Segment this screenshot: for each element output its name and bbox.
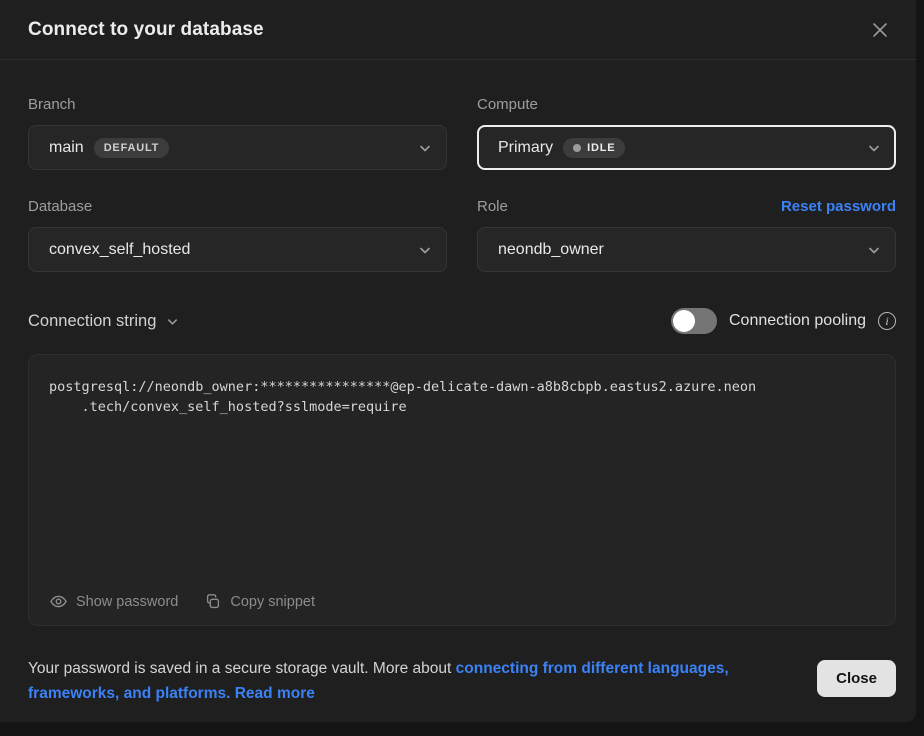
- reset-password-link[interactable]: Reset password: [781, 198, 896, 215]
- dialog-footer: Your password is saved in a secure stora…: [28, 656, 896, 706]
- show-password-button[interactable]: Show password: [49, 592, 178, 611]
- fields-grid: Branch main DEFAULT Compute Primary IDLE: [28, 96, 896, 272]
- footer-note-text: Your password is saved in a secure stora…: [28, 660, 456, 677]
- code-actions: Show password Copy snippet: [49, 592, 875, 611]
- branch-default-badge: DEFAULT: [94, 138, 170, 158]
- connection-string-label: Connection string: [28, 312, 156, 331]
- role-select[interactable]: neondb_owner: [477, 227, 896, 272]
- branch-select[interactable]: main DEFAULT: [28, 125, 447, 170]
- dialog-header: Connect to your database: [0, 0, 916, 60]
- connection-options-row: Connection string Connection pooling i: [28, 308, 896, 334]
- role-label: Role: [477, 198, 508, 215]
- branch-field: Branch main DEFAULT: [28, 96, 447, 170]
- eye-icon: [49, 592, 68, 611]
- chevron-down-icon: [418, 243, 432, 257]
- compute-field: Compute Primary IDLE: [477, 96, 896, 170]
- chevron-down-icon: [418, 141, 432, 155]
- copy-snippet-button[interactable]: Copy snippet: [204, 593, 315, 611]
- branch-value: main: [49, 139, 84, 157]
- database-value: convex_self_hosted: [49, 241, 190, 259]
- compute-status-badge: IDLE: [563, 138, 625, 158]
- compute-label: Compute: [477, 96, 896, 113]
- chevron-down-icon: [867, 141, 881, 155]
- connection-string-dropdown[interactable]: Connection string: [28, 312, 179, 331]
- compute-status-text: IDLE: [587, 142, 615, 154]
- copy-snippet-label: Copy snippet: [230, 594, 315, 610]
- connection-string-box: postgresql://neondb_owner:**************…: [28, 354, 896, 626]
- compute-value: Primary: [498, 139, 553, 157]
- connect-database-dialog: Connect to your database Branch main DEF…: [0, 0, 916, 722]
- connection-pooling-toggle[interactable]: [671, 308, 717, 334]
- copy-icon: [204, 593, 222, 611]
- connection-string-value: postgresql://neondb_owner:**************…: [49, 377, 875, 417]
- chevron-down-icon: [867, 243, 881, 257]
- branch-label: Branch: [28, 96, 447, 113]
- database-label: Database: [28, 198, 447, 215]
- info-icon[interactable]: i: [878, 312, 896, 330]
- role-value: neondb_owner: [498, 241, 604, 259]
- database-select[interactable]: convex_self_hosted: [28, 227, 447, 272]
- read-more-link[interactable]: Read more: [235, 685, 315, 702]
- footer-note: Your password is saved in a secure stora…: [28, 656, 768, 706]
- chevron-down-icon: [166, 315, 179, 328]
- close-icon[interactable]: [864, 14, 896, 46]
- toggle-knob: [673, 310, 695, 332]
- compute-select[interactable]: Primary IDLE: [477, 125, 896, 170]
- connection-pooling-label: Connection pooling: [729, 312, 866, 330]
- idle-status-dot: [573, 144, 581, 152]
- connection-pooling-group: Connection pooling i: [671, 308, 896, 334]
- show-password-label: Show password: [76, 594, 178, 610]
- role-field: Role Reset password neondb_owner: [477, 198, 896, 272]
- close-button[interactable]: Close: [817, 660, 896, 697]
- database-field: Database convex_self_hosted: [28, 198, 447, 272]
- dialog-body: Branch main DEFAULT Compute Primary IDLE: [0, 96, 916, 706]
- dialog-title: Connect to your database: [28, 19, 264, 41]
- role-label-row: Role Reset password: [477, 198, 896, 227]
